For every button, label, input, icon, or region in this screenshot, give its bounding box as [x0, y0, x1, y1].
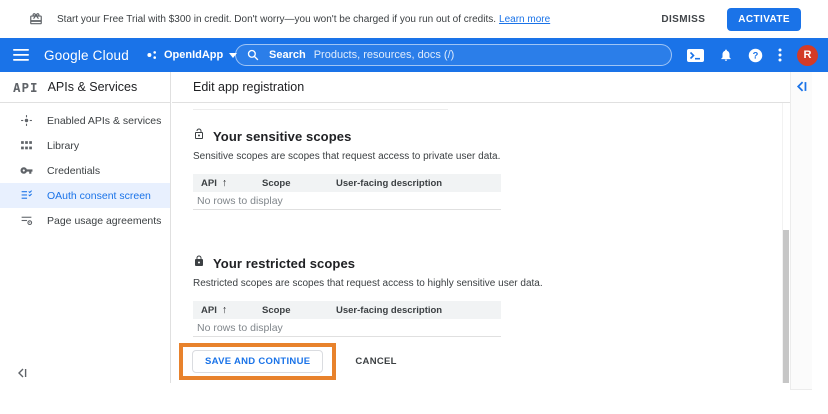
appbar-actions: ? R — [687, 38, 818, 72]
column-header-scope[interactable]: Scope — [262, 178, 336, 189]
sort-ascending-icon: ↑ — [222, 177, 227, 189]
column-header-description[interactable]: User-facing description — [336, 178, 501, 189]
sidebar-item-label: Page usage agreements — [47, 215, 161, 227]
more-vert-icon[interactable] — [778, 48, 782, 62]
library-icon — [19, 139, 33, 152]
section-title: Your restricted scopes — [213, 256, 355, 271]
search-placeholder: Products, resources, docs (/) — [314, 49, 455, 61]
project-name: OpenIdApp — [164, 49, 223, 61]
banner-text: Start your Free Trial with $300 in credi… — [57, 14, 496, 25]
notifications-bell-icon[interactable] — [719, 48, 733, 62]
project-icon — [146, 49, 158, 61]
lock-icon — [193, 254, 205, 272]
section-description: Sensitive scopes are scopes that request… — [193, 151, 623, 162]
svg-text:?: ? — [753, 50, 759, 60]
project-selector[interactable]: OpenIdApp — [146, 49, 237, 61]
agreements-icon — [19, 214, 33, 227]
sensitive-scopes-section: Your sensitive scopes Sensitive scopes a… — [193, 128, 623, 210]
gift-icon — [29, 12, 43, 26]
restricted-scopes-section: Your restricted scopes Restricted scopes… — [193, 255, 623, 337]
main-header: Edit app registration — [172, 72, 790, 103]
column-label: API — [201, 178, 217, 189]
sidebar: API APIs & Services Enabled APIs & servi… — [0, 72, 171, 383]
column-label: API — [201, 305, 217, 316]
sidebar-item-credentials[interactable]: Credentials — [0, 158, 170, 183]
banner-message: Start your Free Trial with $300 in credi… — [57, 14, 550, 25]
main-panel: Edit app registration Your sensitive sco… — [172, 72, 790, 383]
activate-button[interactable]: ACTIVATE — [727, 8, 801, 31]
account-avatar[interactable]: R — [797, 45, 818, 66]
column-header-api[interactable]: API ↑ — [193, 304, 262, 316]
section-description: Restricted scopes are scopes that reques… — [193, 278, 623, 289]
table-header-row: API ↑ Scope User-facing description — [193, 301, 501, 319]
free-trial-banner: Start your Free Trial with $300 in credi… — [0, 0, 828, 38]
dismiss-button[interactable]: DISMISS — [661, 14, 705, 25]
app-bar: Google Cloud OpenIdApp Search Products, … — [0, 38, 828, 72]
scrollbar-track[interactable] — [782, 103, 789, 383]
partial-divider — [193, 109, 448, 110]
google-cloud-logo[interactable]: Google Cloud — [44, 48, 129, 63]
google-cloud-console: Start your Free Trial with $300 in credi… — [0, 0, 828, 414]
sensitive-scopes-table: API ↑ Scope User-facing description No ro… — [193, 174, 501, 210]
form-actions: SAVE AND CONTINUE CANCEL — [179, 343, 397, 380]
main-content: Your sensitive scopes Sensitive scopes a… — [172, 103, 790, 383]
section-title: Your sensitive scopes — [213, 129, 351, 144]
learn-more-link[interactable]: Learn more — [499, 14, 550, 25]
sidebar-item-oauth-consent-screen[interactable]: OAuth consent screen — [0, 183, 170, 208]
search-label: Search — [269, 49, 306, 61]
right-panel-gutter — [790, 72, 812, 390]
sidebar-item-label: Library — [47, 140, 79, 152]
api-logo: API — [13, 80, 39, 95]
sidebar-item-page-usage-agreements[interactable]: Page usage agreements — [0, 208, 170, 233]
sidebar-title: APIs & Services — [48, 80, 138, 94]
page-title: Edit app registration — [193, 80, 304, 94]
sort-ascending-icon: ↑ — [222, 304, 227, 316]
sidebar-item-label: OAuth consent screen — [47, 190, 151, 202]
consent-screen-icon — [19, 189, 33, 202]
empty-table-message: No rows to display — [193, 192, 501, 210]
hamburger-menu-icon[interactable] — [13, 49, 29, 61]
sidebar-item-label: Credentials — [47, 165, 100, 177]
key-icon — [19, 164, 33, 177]
restricted-scopes-table: API ↑ Scope User-facing description No ro… — [193, 301, 501, 337]
scrollbar-thumb[interactable] — [783, 230, 789, 383]
sidebar-item-enabled-apis[interactable]: Enabled APIs & services — [0, 108, 170, 133]
table-header-row: API ↑ Scope User-facing description — [193, 174, 501, 192]
enabled-apis-icon — [19, 114, 33, 127]
help-icon[interactable]: ? — [748, 48, 763, 63]
lock-open-icon — [193, 127, 205, 145]
column-header-scope[interactable]: Scope — [262, 305, 336, 316]
search-icon — [247, 49, 259, 61]
cancel-button[interactable]: CANCEL — [355, 356, 396, 367]
sidebar-item-label: Enabled APIs & services — [47, 115, 161, 127]
save-and-continue-button[interactable]: SAVE AND CONTINUE — [192, 350, 323, 373]
highlight-annotation: SAVE AND CONTINUE — [179, 343, 336, 380]
cloud-shell-icon[interactable] — [687, 49, 704, 62]
sidebar-header: API APIs & Services — [0, 72, 170, 103]
column-header-description[interactable]: User-facing description — [336, 305, 501, 316]
sidebar-item-library[interactable]: Library — [0, 133, 170, 158]
search-input[interactable]: Search Products, resources, docs (/) — [235, 44, 672, 66]
empty-table-message: No rows to display — [193, 319, 501, 337]
column-header-api[interactable]: API ↑ — [193, 177, 262, 189]
collapse-panel-icon[interactable] — [796, 81, 807, 92]
collapse-sidebar-icon[interactable] — [17, 368, 27, 378]
